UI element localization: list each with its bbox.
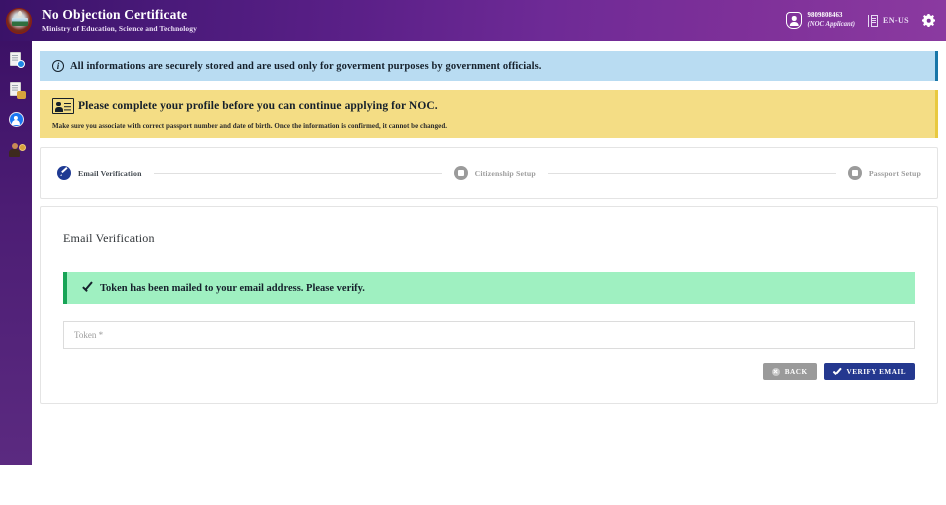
step-citizenship-setup[interactable]: Citizenship Setup	[453, 166, 536, 180]
card-icon	[847, 166, 862, 180]
sidebar-item-user-profile[interactable]	[8, 111, 25, 128]
email-verification-card: Email Verification Token has been mailed…	[40, 206, 938, 404]
language-selector[interactable]: EN-US	[867, 14, 909, 27]
main-content: i All informations are securely stored a…	[32, 41, 946, 505]
stepper-connector	[153, 172, 442, 174]
close-circle-icon	[771, 367, 780, 376]
brand-text: No Objection Certificate Ministry of Edu…	[42, 6, 197, 34]
language-label: EN-US	[882, 16, 909, 25]
verify-email-button-label: VERIFY EMAIL	[846, 367, 906, 376]
success-alert: Token has been mailed to your email addr…	[63, 272, 915, 304]
app-header: No Objection Certificate Ministry of Edu…	[0, 0, 946, 41]
page-title: No Objection Certificate	[42, 6, 188, 22]
progress-stepper: Email Verification Citizenship Setup Pas…	[40, 147, 938, 199]
brand: No Objection Certificate Ministry of Edu…	[0, 6, 197, 34]
card-title: Email Verification	[63, 231, 155, 245]
verify-email-button[interactable]: VERIFY EMAIL	[823, 363, 915, 380]
step-label: Citizenship Setup	[474, 168, 536, 178]
sidebar-item-user-settings[interactable]	[8, 141, 26, 158]
warning-banner-heading: Please complete your profile before you …	[52, 98, 923, 114]
success-alert-text: Token has been mailed to your email addr…	[100, 282, 365, 294]
info-banner: i All informations are securely stored a…	[40, 51, 938, 81]
info-banner-text: All informations are securely stored and…	[70, 60, 542, 72]
sidebar-item-document-approval[interactable]	[8, 81, 26, 99]
user-role: (NOC Applicant)	[807, 21, 855, 29]
stepper-connector	[547, 172, 836, 174]
step-label: Passport Setup	[868, 168, 921, 178]
user-phone: 9809808463	[807, 11, 843, 19]
gear-icon[interactable]	[922, 14, 935, 27]
card-actions: BACK VERIFY EMAIL	[63, 363, 915, 380]
sidebar	[0, 41, 32, 465]
user-meta: 9809808463 (NOC Applicant)	[807, 12, 855, 29]
user-menu[interactable]: 9809808463 (NOC Applicant)	[786, 12, 855, 29]
step-email-verification[interactable]: Email Verification	[57, 166, 142, 180]
info-icon: i	[52, 60, 64, 72]
warning-banner-title: Please complete your profile before you …	[78, 100, 438, 112]
warning-banner-subtitle: Make sure you associate with correct pas…	[52, 122, 448, 130]
back-button[interactable]: BACK	[762, 363, 817, 380]
back-button-label: BACK	[784, 367, 808, 376]
app-root: No Objection Certificate Ministry of Edu…	[0, 0, 946, 505]
token-input[interactable]	[74, 322, 914, 348]
sidebar-item-document-search[interactable]	[8, 51, 25, 68]
id-card-icon	[52, 98, 74, 114]
nepal-emblem-icon	[6, 7, 32, 34]
header-actions: 9809808463 (NOC Applicant) EN-US	[786, 12, 946, 29]
check-icon	[81, 282, 94, 295]
check-icon	[833, 368, 842, 376]
ministry-subtitle: Ministry of Education, Science and Techn…	[42, 24, 197, 34]
step-passport-setup[interactable]: Passport Setup	[847, 166, 921, 180]
user-shield-icon	[786, 12, 803, 29]
card-icon	[453, 166, 468, 180]
book-icon	[867, 14, 878, 27]
step-label: Email Verification	[78, 168, 142, 178]
pencil-edit-icon	[57, 166, 71, 180]
token-field-wrapper[interactable]	[63, 321, 915, 349]
warning-banner: Please complete your profile before you …	[40, 90, 938, 138]
